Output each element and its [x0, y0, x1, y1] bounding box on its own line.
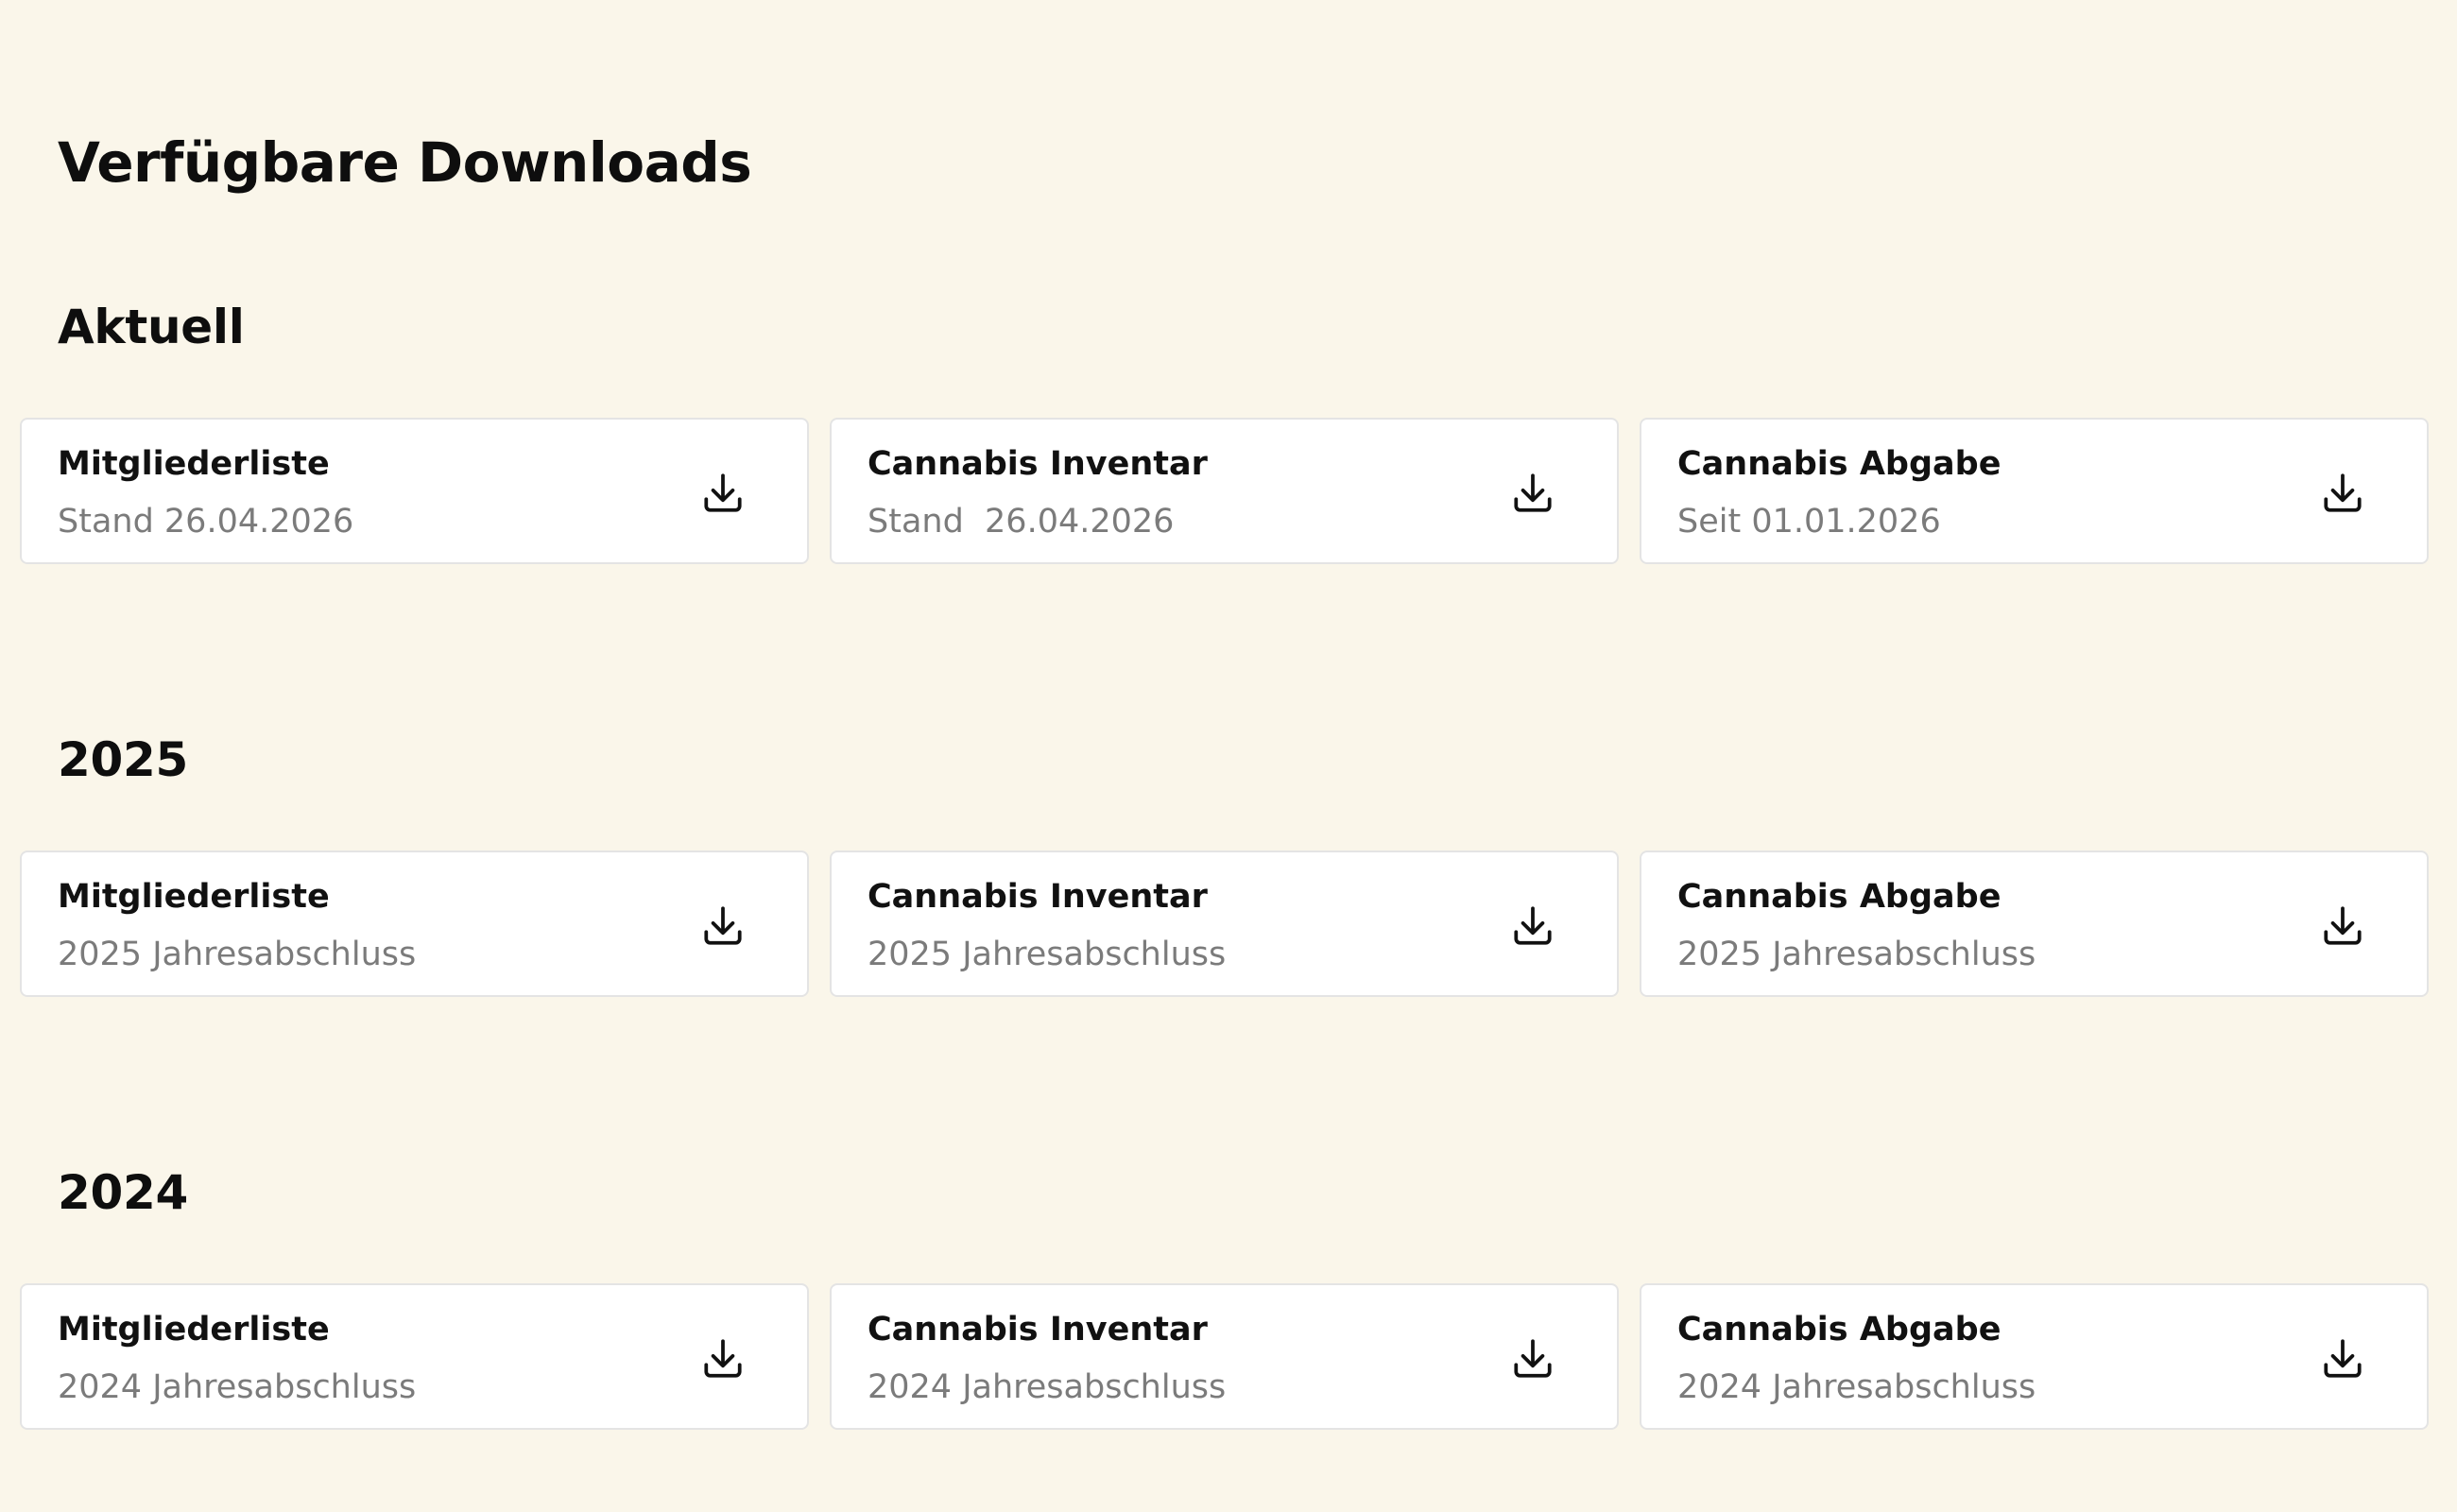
download-card-mitgliederliste-aktuell[interactable]: Mitgliederliste Stand 26.04.2026 — [20, 418, 809, 564]
card-title: Cannabis Inventar — [868, 878, 1208, 916]
download-card-mitgliederliste-2024[interactable]: Mitgliederliste 2024 Jahresabschluss — [20, 1283, 809, 1430]
page-title: Verfügbare Downloads — [58, 130, 752, 195]
card-title: Cannabis Inventar — [868, 1311, 1208, 1349]
download-icon[interactable] — [699, 470, 747, 517]
download-card-cannabis-inventar-aktuell[interactable]: Cannabis Inventar Stand 26.04.2026 — [830, 418, 1619, 564]
download-icon[interactable] — [2319, 1335, 2366, 1383]
card-title: Cannabis Abgabe — [1677, 1311, 2002, 1349]
section-title-aktuell: Aktuell — [58, 300, 245, 354]
card-subtitle: 2024 Jahresabschluss — [868, 1368, 1227, 1406]
download-card-mitgliederliste-2025[interactable]: Mitgliederliste 2025 Jahresabschluss — [20, 850, 809, 997]
card-subtitle: Stand 26.04.2026 — [58, 503, 354, 541]
card-title: Mitgliederliste — [58, 878, 330, 916]
card-subtitle: 2025 Jahresabschluss — [868, 936, 1227, 973]
section-title-2025: 2025 — [58, 732, 188, 787]
download-icon[interactable] — [1509, 1335, 1556, 1383]
download-icon[interactable] — [1509, 470, 1556, 517]
card-subtitle: 2024 Jahresabschluss — [58, 1368, 417, 1406]
downloads-page: Verfügbare Downloads Aktuell Mitgliederl… — [0, 0, 2457, 1512]
card-subtitle: 2024 Jahresabschluss — [1677, 1368, 2036, 1406]
download-icon[interactable] — [1509, 902, 1556, 950]
card-subtitle: Stand 26.04.2026 — [868, 503, 1175, 541]
card-title: Cannabis Abgabe — [1677, 445, 2002, 483]
download-card-cannabis-inventar-2025[interactable]: Cannabis Inventar 2025 Jahresabschluss — [830, 850, 1619, 997]
download-card-cannabis-abgabe-2024[interactable]: Cannabis Abgabe 2024 Jahresabschluss — [1640, 1283, 2429, 1430]
download-card-cannabis-inventar-2024[interactable]: Cannabis Inventar 2024 Jahresabschluss — [830, 1283, 1619, 1430]
download-card-cannabis-abgabe-aktuell[interactable]: Cannabis Abgabe Seit 01.01.2026 — [1640, 418, 2429, 564]
download-icon[interactable] — [699, 1335, 747, 1383]
card-title: Mitgliederliste — [58, 1311, 330, 1349]
download-icon[interactable] — [699, 902, 747, 950]
card-title: Mitgliederliste — [58, 445, 330, 483]
card-subtitle: 2025 Jahresabschluss — [1677, 936, 2036, 973]
download-icon[interactable] — [2319, 470, 2366, 517]
card-title: Cannabis Inventar — [868, 445, 1208, 483]
card-subtitle: 2025 Jahresabschluss — [58, 936, 417, 973]
download-row-aktuell: Mitgliederliste Stand 26.04.2026 Cannabi… — [20, 418, 2429, 564]
download-card-cannabis-abgabe-2025[interactable]: Cannabis Abgabe 2025 Jahresabschluss — [1640, 850, 2429, 997]
card-title: Cannabis Abgabe — [1677, 878, 2002, 916]
card-subtitle: Seit 01.01.2026 — [1677, 503, 1941, 541]
download-row-2024: Mitgliederliste 2024 Jahresabschluss Can… — [20, 1283, 2429, 1430]
section-title-2024: 2024 — [58, 1165, 188, 1220]
download-row-2025: Mitgliederliste 2025 Jahresabschluss Can… — [20, 850, 2429, 997]
download-icon[interactable] — [2319, 902, 2366, 950]
